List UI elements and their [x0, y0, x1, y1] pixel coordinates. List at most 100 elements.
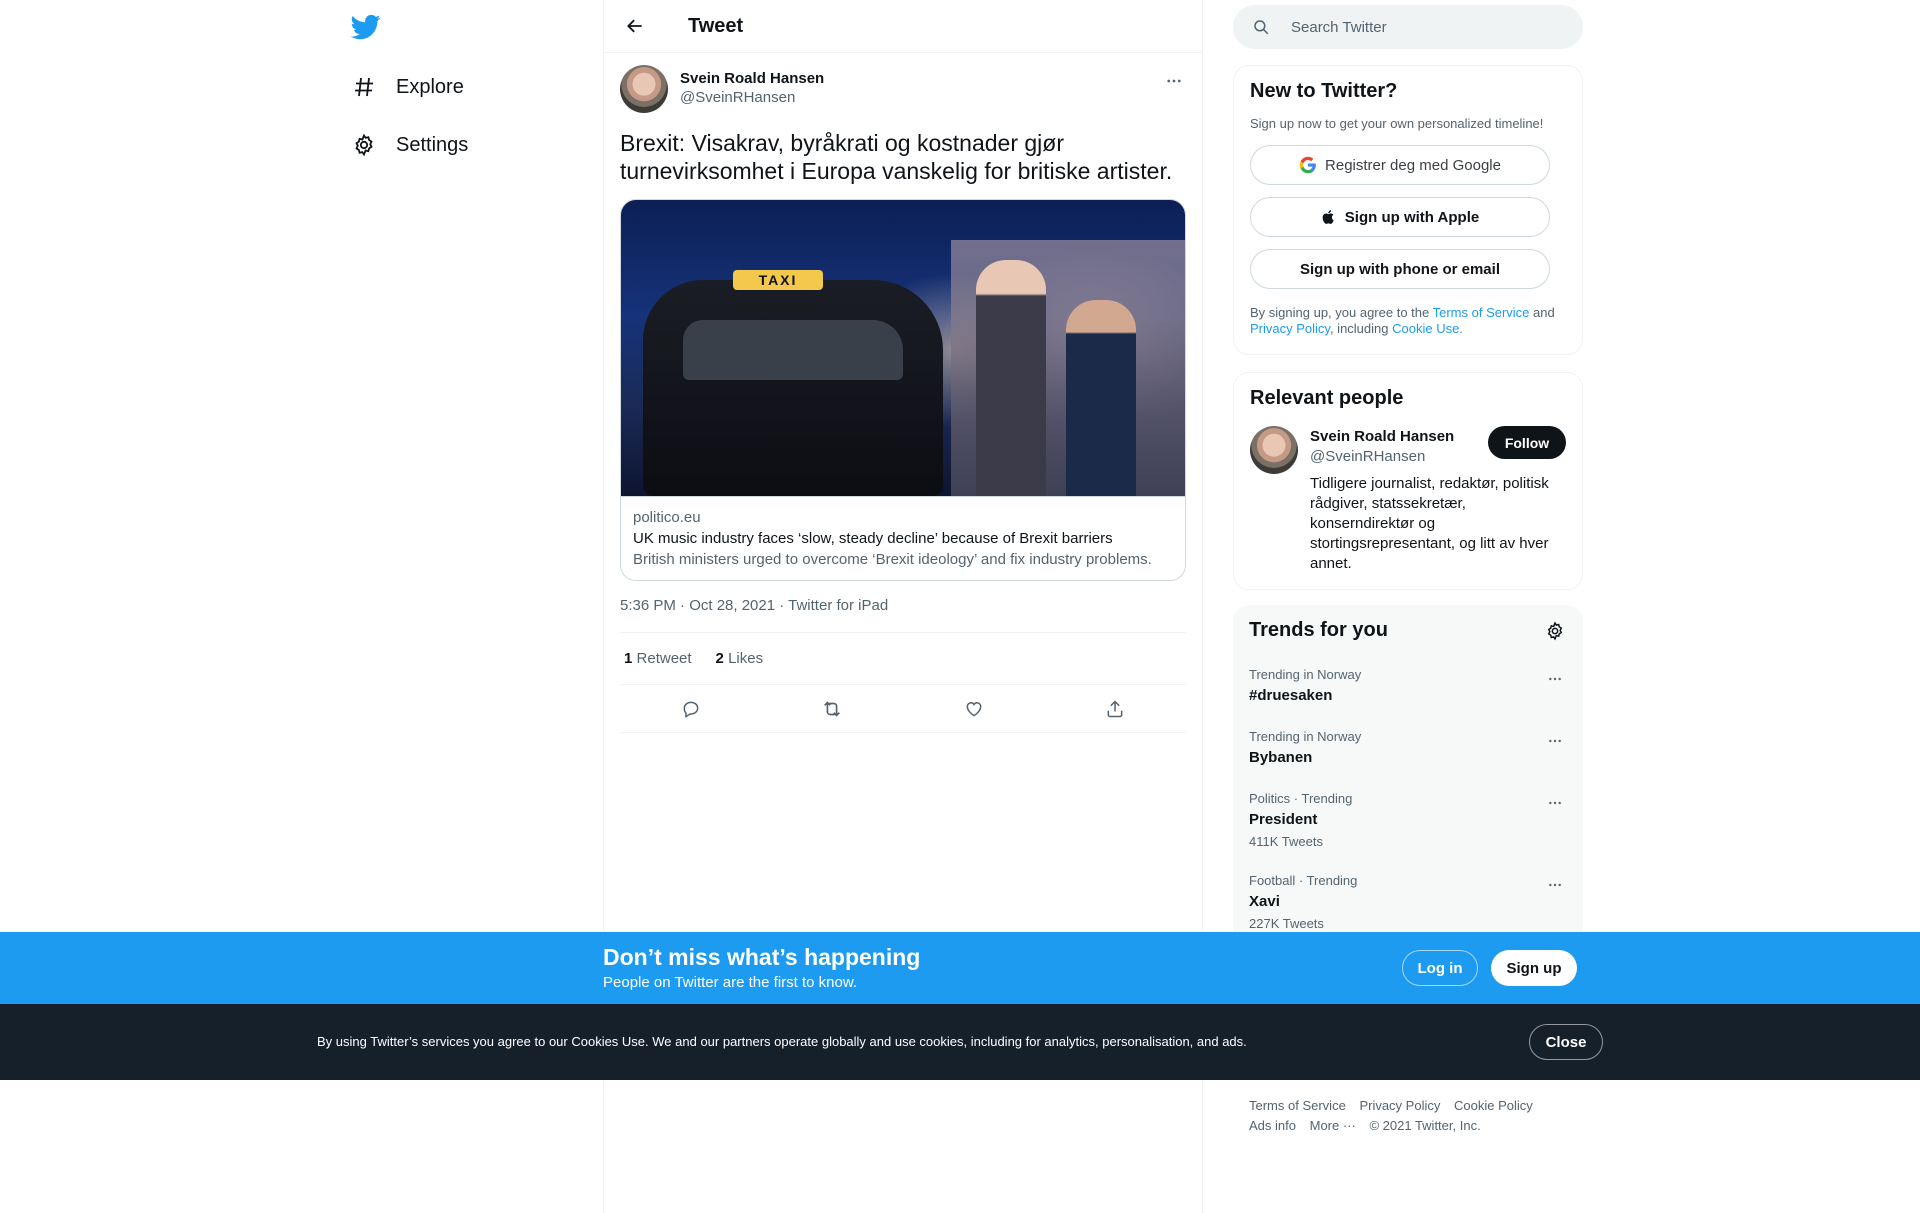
cookie-text: By using Twitter’s services you agree to… — [317, 1034, 1247, 1049]
tweet-actions — [620, 685, 1186, 733]
banner-subtitle: People on Twitter are the first to know. — [603, 974, 858, 991]
author-name[interactable]: Svein Roald Hansen — [680, 70, 824, 87]
hashtag-icon — [351, 74, 377, 100]
more-dots-icon — [1167, 79, 1181, 83]
retweet-icon — [824, 700, 841, 717]
more-dots-icon[interactable] — [1543, 873, 1567, 897]
google-signup-label: Registrer deg med Google — [1325, 156, 1501, 174]
trend-count: 411K Tweets — [1249, 834, 1323, 849]
trend-count: 227K Tweets — [1249, 916, 1324, 931]
trends-panel: Trends for you Trending in Norway #drues… — [1233, 605, 1583, 945]
trends-title: Trends for you — [1249, 619, 1388, 641]
relevant-people-panel: Relevant people Svein Roald Hansen @Svei… — [1233, 372, 1583, 590]
nav-settings-label: Settings — [396, 133, 469, 156]
link-card[interactable]: TAXI politico.eu UK music industry faces… — [620, 199, 1186, 581]
retweets-label: Retweet — [636, 650, 692, 667]
google-icon — [1299, 156, 1317, 174]
signup-button[interactable]: Sign up — [1491, 950, 1577, 986]
retweet-button[interactable] — [815, 692, 849, 726]
retweets-stat[interactable]: 1 Retweet — [624, 650, 692, 667]
taxi-shape — [643, 280, 943, 496]
apple-signup-button[interactable]: Sign up with Apple — [1250, 197, 1550, 237]
trend-name: Xavi — [1249, 893, 1280, 910]
trend-name: #druesaken — [1249, 687, 1333, 704]
follow-button[interactable]: Follow — [1488, 426, 1566, 459]
tweet: Svein Roald Hansen @SveinRHansen Brexit:… — [604, 53, 1202, 733]
legal-prefix: By signing up, you agree to the — [1250, 305, 1433, 320]
apple-signup-label: Sign up with Apple — [1344, 208, 1480, 226]
banner-title: Don’t miss what’s happening — [603, 944, 921, 970]
trend-context: Football · Trending — [1249, 873, 1358, 888]
share-button[interactable] — [1098, 692, 1132, 726]
legal-including: , including — [1329, 321, 1393, 336]
signup-panel: New to Twitter? Sign up now to get your … — [1233, 65, 1583, 355]
phone-email-signup-button[interactable]: Sign up with phone or email — [1250, 249, 1550, 289]
card-meta: politico.eu UK music industry faces ‘slo… — [621, 496, 1185, 580]
relevant-person-name[interactable]: Svein Roald Hansen — [1310, 428, 1454, 445]
close-cookie-button[interactable]: Close — [1529, 1024, 1603, 1060]
login-button[interactable]: Log in — [1402, 950, 1478, 986]
taxi-sign: TAXI — [733, 270, 823, 290]
avatar[interactable] — [620, 65, 668, 113]
search-bar[interactable] — [1233, 5, 1583, 49]
footer-links: Terms of Service Privacy Policy Cookie P… — [1249, 1096, 1569, 1136]
more-dots-icon[interactable] — [1543, 729, 1567, 753]
likes-label: Likes — [728, 650, 764, 667]
timestamp-text[interactable]: 5:36 PM · Oct 28, 2021 · Twitter for iPa… — [620, 597, 888, 614]
trend-item[interactable]: Politics · Trending President 411K Tweet… — [1249, 791, 1567, 849]
footer-cookie-link[interactable]: Cookie Policy — [1454, 1098, 1533, 1113]
card-image[interactable]: TAXI — [621, 200, 1185, 496]
trend-item[interactable]: Trending in Norway Bybanen — [1249, 729, 1567, 766]
card-title: UK music industry faces ‘slow, steady de… — [633, 530, 1113, 547]
more-dots-icon[interactable] — [1543, 667, 1567, 691]
signup-legal: By signing up, you agree to the Terms of… — [1250, 305, 1566, 337]
signup-title: New to Twitter? — [1250, 80, 1398, 102]
search-input[interactable] — [1291, 18, 1541, 36]
more-dots-icon[interactable] — [1543, 791, 1567, 815]
person-shape — [1066, 300, 1136, 496]
footer-privacy-link[interactable]: Privacy Policy — [1359, 1098, 1440, 1113]
relevant-person-handle[interactable]: @SveinRHansen — [1310, 448, 1425, 465]
page-title: Tweet — [688, 14, 744, 37]
nav-explore[interactable]: Explore — [351, 67, 464, 107]
footer-copyright: © 2021 Twitter, Inc. — [1369, 1118, 1481, 1133]
tweet-stats: 1 Retweet 2 Likes — [620, 633, 1186, 685]
author-handle[interactable]: @SveinRHansen — [680, 89, 824, 106]
nav-explore-label: Explore — [396, 75, 464, 98]
relevant-person[interactable]: Svein Roald Hansen @SveinRHansen Follow … — [1250, 426, 1566, 576]
avatar[interactable] — [1250, 426, 1298, 474]
card-description: British ministers urged to overcome ‘Bre… — [633, 551, 1152, 568]
google-signup-button[interactable]: Registrer deg med Google — [1250, 145, 1550, 185]
trend-item[interactable]: Football · Trending Xavi 227K Tweets — [1249, 873, 1567, 931]
like-button[interactable] — [957, 692, 991, 726]
trends-settings-button[interactable] — [1543, 619, 1567, 643]
tweet-timestamp: 5:36 PM · Oct 28, 2021 · Twitter for iPa… — [620, 597, 1186, 633]
reply-button[interactable] — [674, 692, 708, 726]
back-arrow-icon — [627, 19, 642, 33]
footer-ads-link[interactable]: Ads info — [1249, 1118, 1296, 1133]
tweet-author[interactable]: Svein Roald Hansen @SveinRHansen — [620, 65, 1186, 117]
nav-settings[interactable]: Settings — [351, 125, 468, 165]
more-options-button[interactable] — [1162, 69, 1186, 93]
likes-count: 2 — [715, 650, 724, 667]
cookie-bar: By using Twitter’s services you agree to… — [0, 1004, 1920, 1080]
relevant-people-title: Relevant people — [1250, 387, 1404, 409]
terms-of-service-link[interactable]: Terms of Service — [1433, 305, 1530, 320]
trend-item[interactable]: Trending in Norway #druesaken — [1249, 667, 1567, 704]
apple-icon — [1321, 208, 1337, 226]
heart-icon — [966, 701, 982, 717]
likes-stat[interactable]: 2 Likes — [716, 650, 764, 667]
trend-context: Trending in Norway — [1249, 667, 1362, 682]
twitter-logo-icon[interactable] — [350, 12, 383, 44]
search-icon — [1251, 17, 1271, 37]
privacy-policy-link[interactable]: Privacy Policy — [1250, 321, 1330, 336]
card-domain: politico.eu — [633, 509, 701, 526]
cookie-use-link[interactable]: Cookie Use. — [1392, 321, 1463, 336]
gear-icon — [1547, 621, 1563, 641]
header-bar: Tweet — [604, 0, 1202, 53]
back-button[interactable] — [620, 11, 650, 41]
signup-banner: Don’t miss what’s happening People on Tw… — [0, 932, 1920, 1004]
footer-more-link[interactable]: More ··· — [1310, 1118, 1356, 1133]
retweets-count: 1 — [624, 650, 633, 667]
footer-terms-link[interactable]: Terms of Service — [1249, 1098, 1346, 1113]
